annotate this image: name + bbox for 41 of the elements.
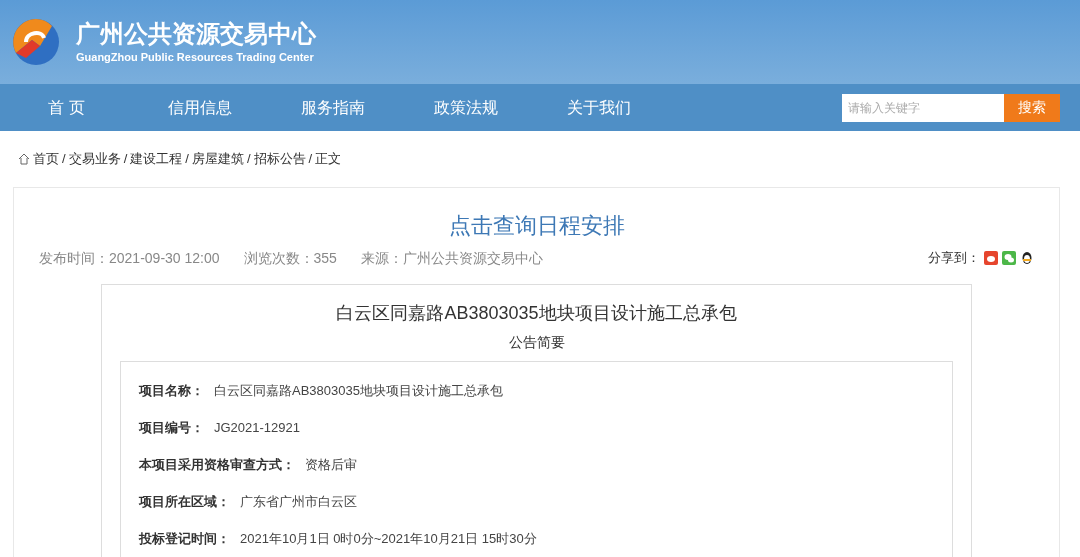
penguin-icon[interactable]	[1020, 251, 1034, 265]
site-title: 广州公共资源交易中心	[76, 18, 316, 49]
breadcrumb-link[interactable]: 招标公告	[253, 149, 306, 169]
nav-item[interactable]: 信用信息	[133, 95, 266, 120]
separator: /	[246, 150, 251, 169]
separator: /	[308, 150, 313, 169]
logo-icon	[12, 18, 60, 66]
notice-subtitle: 公告简要	[507, 333, 566, 352]
separator: /	[62, 150, 66, 169]
breadcrumb-link[interactable]: 交易业务	[68, 149, 121, 169]
field-label: 本项目采用资格审查方式：	[139, 456, 295, 474]
field-label: 项目所在区域：	[139, 493, 230, 511]
search-field[interactable]: 请输入关键字	[842, 93, 1004, 122]
nav-item[interactable]: 服务指南	[266, 95, 399, 120]
field-value: JG2021-12921	[214, 419, 300, 437]
site-subtitle: GuangZhou Public Resources Trading Center	[76, 49, 315, 65]
meta-text: 发布时间：2021-09-30 12:00	[39, 248, 220, 268]
breadcrumb-link[interactable]: 房屋建筑	[191, 149, 244, 169]
field-label: 投标登记时间：	[139, 530, 230, 548]
field-label: 项目名称：	[139, 382, 204, 400]
meta-text: 来源：广州公共资源交易中心	[360, 248, 543, 268]
breadcrumb-link[interactable]: 正文	[315, 149, 342, 169]
separator: /	[123, 150, 128, 169]
field-label: 项目编号：	[139, 419, 204, 437]
field-value: 白云区同嘉路AB3803035地块项目设计施工总承包	[214, 382, 503, 400]
nav-item[interactable]: 关于我们	[532, 95, 665, 120]
field-value: 资格后审	[305, 456, 357, 474]
home-icon	[18, 153, 30, 165]
article-title[interactable]: 点击查询日程安排	[39, 210, 1034, 242]
meta-text: 浏览次数：355	[243, 248, 337, 268]
notice-title: 白云区同嘉路AB3803035地块项目设计施工总承包	[335, 302, 738, 325]
field-value: 2021年10月1日 0时0分~2021年10月21日 15时30分	[240, 530, 537, 548]
weibo-icon[interactable]	[984, 251, 998, 265]
share-label: 分享到：	[928, 249, 980, 268]
nav-item[interactable]: 政策法规	[399, 95, 532, 120]
field-value: 广东省广州市白云区	[240, 493, 357, 511]
search-button[interactable]: 搜索	[1004, 93, 1060, 122]
nav-item[interactable]: 首 页	[0, 95, 133, 120]
breadcrumb-link[interactable]: 首页	[33, 149, 59, 169]
breadcrumb-link[interactable]: 建设工程	[130, 149, 183, 169]
separator: /	[185, 150, 189, 169]
